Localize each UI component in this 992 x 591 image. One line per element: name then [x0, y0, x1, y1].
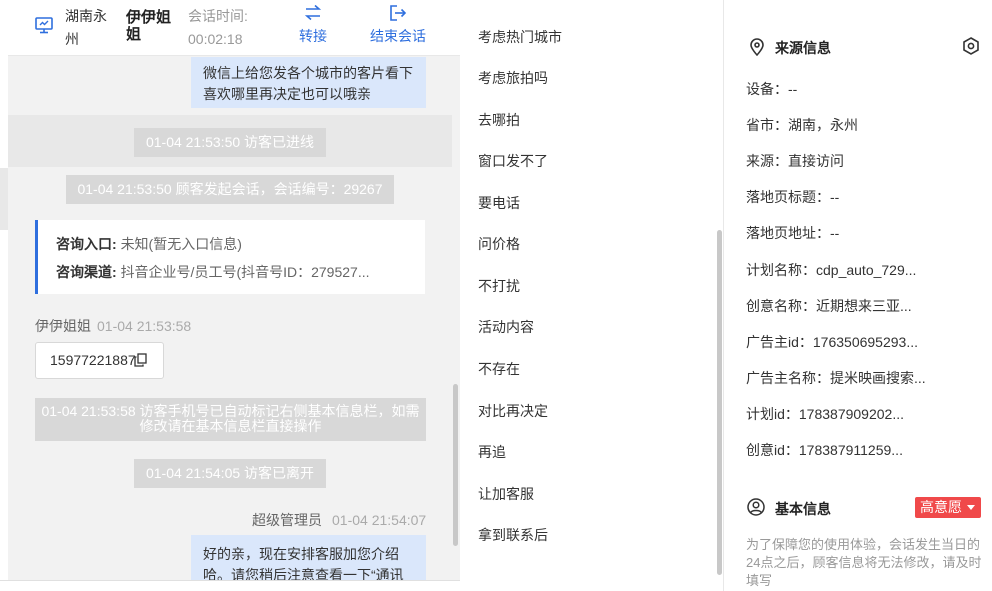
info-province-city: 省市：湖南，永州 [746, 117, 858, 133]
source-info-title: 来源信息 [775, 40, 831, 56]
caret-down-icon [967, 505, 975, 510]
system-message: 01-04 21:54:05 访客已离开 [134, 459, 326, 488]
phrase-item[interactable]: 活动内容 [478, 317, 534, 337]
system-message: 01-04 21:53:58 访客手机号已自动标记右侧基本信息栏，如需修改请在基… [35, 398, 426, 441]
chat-header: 湖南永州 伊伊姐姐 会话时间: 00:02:18 转接 结束会话 [8, 0, 460, 56]
edge-handle[interactable] [0, 168, 8, 230]
consult-channel-value: 抖音企业号/员工号(抖音号ID：279527... [120, 264, 370, 280]
edit-deadline-notice: 为了保障您的使用体验，会话发生当日的24点之后，顾客信息将无法修改，请及时填写 [746, 537, 982, 588]
visitor-info-panel: 来源信息 设备：-- 省市：湖南，永州 来源：直接访问 落地页标题：-- 落地页… [725, 0, 992, 591]
info-device: 设备：-- [746, 81, 798, 97]
quick-phrase-list: 考虑热门城市 考虑旅拍吗 去哪拍 窗口发不了 要电话 问价格 不打扰 活动内容 … [460, 0, 724, 591]
transfer-label: 转接 [299, 28, 327, 44]
info-landing-url: 落地页地址：-- [746, 225, 840, 241]
copy-icon[interactable] [134, 353, 147, 367]
phrase-item[interactable]: 让加客服 [478, 484, 534, 504]
phrase-item[interactable]: 再追 [478, 442, 506, 462]
system-message: 01-04 21:53:50 顾客发起会话，会话编号：29267 [66, 175, 394, 204]
phrase-item[interactable]: 不存在 [478, 359, 520, 379]
end-session-label: 结束会话 [370, 28, 426, 44]
system-message: 01-04 21:53:50 访客已进线 [134, 128, 326, 157]
sender-name: 伊伊姐姐 [35, 318, 91, 334]
phrase-item[interactable]: 窗口发不了 [478, 151, 548, 171]
admin-sender-line: 超级管理员 01-04 21:54:07 [252, 510, 426, 530]
phrase-item[interactable]: 去哪拍 [478, 110, 520, 130]
sender-time: 01-04 21:53:58 [97, 318, 192, 334]
visitor-sender-line: 伊伊姐姐 01-04 21:53:58 [35, 316, 191, 336]
info-creative-name: 创意名称：近期想来三亚... [746, 298, 912, 314]
info-creative-id: 创意id：178387911259... [746, 442, 903, 458]
chat-panel: 湖南永州 伊伊姐姐 会话时间: 00:02:18 转接 结束会话 微信上给您发各… [0, 0, 460, 591]
phrase-item[interactable]: 拿到联系后 [478, 525, 548, 545]
end-session-button[interactable]: 结束会话 [363, 4, 433, 46]
user-circle-icon [747, 498, 765, 516]
settings-icon[interactable] [961, 36, 981, 56]
info-landing-title: 落地页标题：-- [746, 189, 840, 205]
consult-channel-label: 咨询渠道: [56, 264, 117, 280]
chat-input-top[interactable] [0, 580, 460, 591]
consult-info-card: 咨询入口: 未知(暂无入口信息) 咨询渠道: 抖音企业号/员工号(抖音号ID：2… [35, 220, 425, 294]
phrase-item[interactable]: 考虑旅拍吗 [478, 68, 548, 88]
phrase-item[interactable]: 考虑热门城市 [478, 27, 562, 47]
phrase-item[interactable]: 要电话 [478, 193, 520, 213]
visitor-region: 湖南永州 [65, 8, 107, 47]
info-advertiser-id: 广告主id：176350695293... [746, 334, 918, 350]
consult-entry-label: 咨询入口: [56, 236, 117, 252]
chat-messages[interactable]: 微信上给您发各个城市的客片看下喜欢哪里再决定也可以哦亲 01-04 21:53:… [8, 57, 452, 591]
chat-left-edge [0, 0, 8, 591]
phone-number: 15977221887 [50, 352, 136, 368]
consult-channel-row: 咨询渠道: 抖音企业号/员工号(抖音号ID：279527... [56, 258, 425, 286]
visitor-name: 伊伊姐姐 [126, 9, 172, 43]
sender-time: 01-04 21:54:07 [332, 512, 427, 528]
info-source: 来源：直接访问 [746, 153, 844, 169]
exit-icon [390, 5, 407, 21]
monitor-icon [35, 17, 53, 34]
session-time-value: 00:02:18 [188, 31, 243, 47]
location-pin-icon [750, 38, 764, 56]
transfer-button[interactable]: 转接 [293, 4, 333, 46]
consult-entry-row: 咨询入口: 未知(暂无入口信息) [56, 230, 425, 258]
basic-info-title: 基本信息 [775, 501, 831, 517]
transfer-icon [304, 4, 322, 21]
chat-scrollbar[interactable] [453, 384, 458, 546]
sender-name: 超级管理员 [252, 512, 322, 528]
phrase-item[interactable]: 对比再决定 [478, 401, 548, 421]
consult-entry-value: 未知(暂无入口信息) [120, 236, 242, 252]
info-advertiser-name: 广告主名称：提米映画搜索... [746, 370, 926, 386]
agent-message-bubble: 微信上给您发各个城市的客片看下喜欢哪里再决定也可以哦亲 [191, 57, 426, 108]
phrase-item[interactable]: 不打扰 [478, 276, 520, 296]
info-plan-id: 计划id：178387909202... [746, 406, 904, 422]
phrase-scrollbar[interactable] [717, 230, 722, 575]
intent-dropdown[interactable]: 高意愿 [915, 497, 981, 518]
session-time-label: 会话时间: [188, 8, 248, 24]
intent-label: 高意愿 [920, 499, 962, 515]
phone-message[interactable]: 15977221887 [35, 342, 164, 379]
phrase-item[interactable]: 问价格 [478, 234, 520, 254]
info-plan-name: 计划名称：cdp_auto_729... [746, 262, 917, 278]
